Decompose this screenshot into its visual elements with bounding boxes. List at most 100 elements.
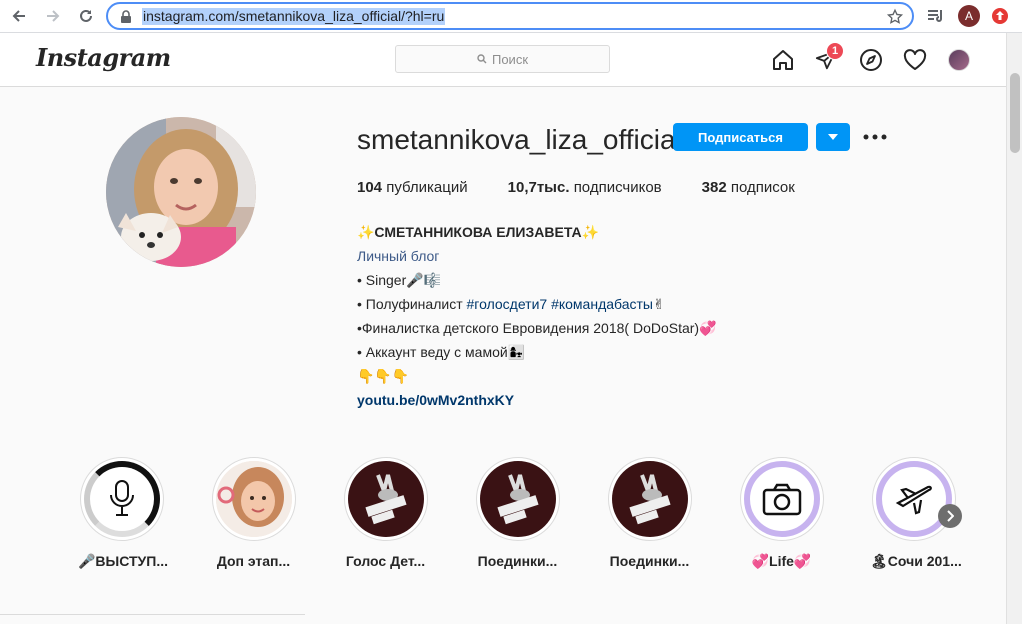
lock-icon [121, 10, 131, 23]
highlight-cover [875, 461, 952, 537]
highlight-ring [79, 457, 164, 541]
instagram-logo[interactable]: Instagram [36, 43, 171, 72]
highlight-label: 🏝Сочи 201... [870, 553, 962, 569]
followers-count: 10,7тыс. [507, 179, 570, 196]
profile-picture[interactable] [106, 117, 256, 267]
highlight-item[interactable]: Поединки... [474, 457, 561, 569]
profile-stats: 104 публикаций 10,7тыс. подписчиков 382 … [357, 179, 835, 196]
notification-badge: 1 [826, 42, 844, 60]
browser-profile-avatar[interactable]: A [958, 5, 980, 27]
highlight-label: Поединки... [477, 553, 558, 569]
following-stat[interactable]: 382 подписок [702, 179, 795, 196]
highlight-label: 🎤ВЫСТУП... [78, 553, 169, 569]
user-avatar [948, 49, 970, 71]
girl-photo [215, 461, 292, 537]
airplane-icon [895, 485, 932, 515]
profile-bio: ✨СМЕТАННИКОВА ЕЛИЗАВЕТА✨ Личный блог • S… [357, 220, 717, 412]
highlight-label: Доп этап... [216, 553, 291, 569]
highlight-item[interactable]: 🎤ВЫСТУП... [78, 457, 169, 570]
url-text[interactable]: instagram.com/smetannikova_liza_official… [142, 8, 446, 25]
activity-button[interactable] [903, 48, 927, 72]
chevron-right-icon [947, 510, 954, 522]
search-placeholder: Поиск [491, 51, 529, 67]
ellipsis-icon [863, 134, 887, 140]
bio-line-pointing: 👇👇👇 [357, 368, 410, 384]
highlight-cover [479, 461, 556, 537]
highlight-ring [211, 457, 296, 541]
camera-icon [762, 483, 801, 516]
highlight-item[interactable]: Доп этап... [210, 457, 297, 569]
bio-line-eurovision: •Финалистка детского Евровидения 2018( D… [357, 320, 717, 336]
bio-full-name: ✨СМЕТАННИКОВА ЕЛИЗАВЕТА✨ [357, 224, 600, 240]
bio-line-suffix: ✌ [653, 296, 665, 312]
hashtag-komandabasty[interactable]: #командабасты [551, 296, 653, 312]
reload-button[interactable] [75, 5, 97, 27]
highlight-cover [611, 461, 688, 537]
highlight-label: 💞Life💞 [751, 553, 812, 569]
reload-icon [80, 9, 92, 22]
heart-icon [903, 49, 927, 70]
forward-button[interactable] [42, 5, 64, 27]
posts-count: 104 [357, 179, 383, 196]
bio-line-prefix: • Полуфиналист [357, 296, 467, 312]
scrollbar-thumb[interactable] [1010, 73, 1020, 153]
back-arrow-icon [12, 10, 25, 22]
highlight-cover [83, 461, 160, 537]
highlight-ring [739, 457, 824, 541]
bio-category: Личный блог [357, 248, 440, 264]
extension-button[interactable] [989, 5, 1011, 27]
address-bar[interactable]: instagram.com/smetannikova_liza_official… [106, 2, 914, 30]
following-count: 382 [701, 179, 727, 196]
profile-photo-illustration [106, 117, 256, 267]
highlights-next-button[interactable] [938, 504, 962, 528]
suggestions-dropdown-button[interactable] [816, 123, 850, 151]
following-label: подписок [730, 179, 795, 196]
playlist-icon [928, 10, 942, 22]
highlight-ring [607, 457, 692, 541]
bookmark-star-icon[interactable] [886, 8, 904, 26]
profile-menu-button[interactable] [947, 48, 971, 72]
search-icon [477, 54, 487, 64]
bio-line-account: • Аккаунт веду с мамой👩‍👧 [357, 344, 526, 360]
highlight-item[interactable]: Поединки... [606, 457, 693, 569]
caret-down-icon [828, 134, 838, 140]
microphone-icon [109, 480, 134, 516]
tabs-divider [0, 614, 305, 615]
highlight-ring [343, 457, 428, 541]
highlight-cover [743, 461, 820, 537]
home-button[interactable] [771, 48, 795, 72]
explore-button[interactable] [859, 48, 883, 72]
posts-label: публикаций [386, 179, 468, 196]
highlight-ring [475, 457, 560, 541]
bio-line-semifinalist: • Полуфиналист #голосдети7 #командабасты… [357, 292, 717, 316]
followers-stat[interactable]: 10,7тыс. подписчиков [508, 179, 662, 196]
forward-arrow-icon [47, 10, 60, 22]
golos-deti-logo [628, 474, 671, 525]
follow-button[interactable]: Подписаться [673, 123, 808, 151]
highlight-cover [215, 461, 292, 537]
reading-list-button[interactable] [925, 5, 947, 27]
browser-toolbar: instagram.com/smetannikova_liza_official… [0, 0, 1022, 33]
profile-username: smetannikova_liza_official [357, 124, 682, 155]
highlight-label: Голос Дет... [345, 553, 426, 569]
golos-deti-logo [496, 474, 539, 525]
search-input[interactable]: Поиск [395, 45, 610, 73]
upload-extension-icon [992, 8, 1008, 24]
hashtag-golosdeti7[interactable]: #голосдети7 [467, 296, 548, 312]
compass-icon [860, 49, 882, 71]
instagram-header: Instagram Поиск 1 [0, 33, 1006, 87]
page-scrollbar[interactable] [1006, 33, 1022, 624]
highlight-item[interactable]: 💞Life💞 [738, 457, 825, 570]
bio-external-link[interactable]: youtu.be/0wMv2nthxKY [357, 392, 514, 408]
more-options-button[interactable] [862, 126, 888, 148]
followers-label: подписчиков [573, 179, 662, 196]
highlight-label: Поединки... [609, 553, 690, 569]
posts-stat: 104 публикаций [357, 179, 468, 196]
home-icon [773, 50, 793, 70]
highlight-item[interactable]: Голос Дет... [342, 457, 429, 569]
back-button[interactable] [8, 5, 30, 27]
highlight-ring [871, 457, 956, 541]
highlight-cover [347, 461, 424, 537]
golos-deti-logo [364, 474, 407, 525]
bio-line-singer: • Singer🎤🎼 [357, 272, 442, 288]
